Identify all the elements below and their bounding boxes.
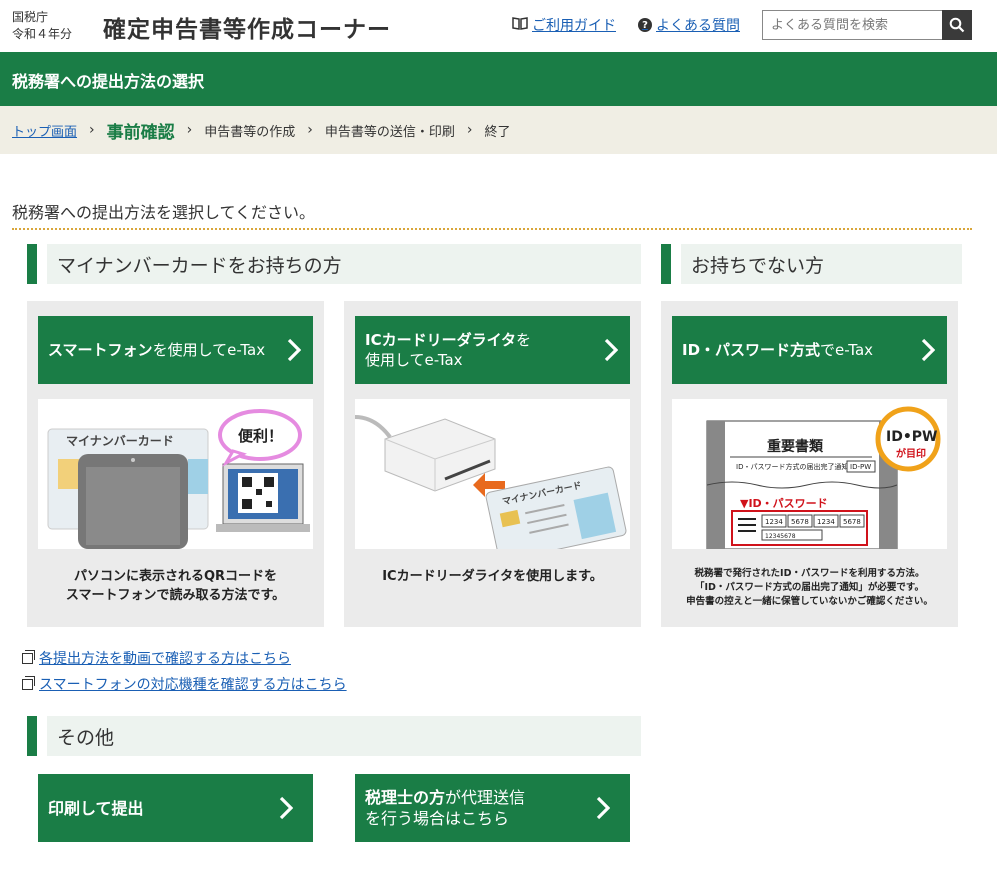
badge-mark: が目印 [896, 447, 926, 460]
tax-accountant-button[interactable]: 税理士の方が代理送信 を行う場合はこちら [355, 774, 630, 842]
callout-convenient: 便利！ [238, 427, 283, 445]
agency-name: 国税庁 [12, 10, 49, 24]
section-heading-label: その他 [57, 726, 115, 749]
card-label-mynumber: マイナンバーカード [66, 434, 174, 448]
link-label[interactable]: 各提出方法を動画で確認する方はこちら [39, 648, 291, 668]
doc-num: 5678 [791, 518, 809, 526]
desc-line: 申告書の控えと一緒に保管していないかご確認ください。 [686, 596, 933, 607]
tax-year: 令和４年分 [12, 27, 73, 41]
page-title-bar: 税務署への提出方法の選択 [0, 52, 997, 106]
top-header: 国税庁 令和４年分 確定申告書等作成コーナー ご利用ガイド ? よくある質問 [0, 0, 997, 52]
smartphone-etax-button[interactable]: スマートフォンを使用してe-Tax [38, 316, 313, 384]
external-window-icon [22, 675, 35, 690]
smartphone-illustration: マイナンバーカード 便利！ [38, 399, 313, 549]
doc-num: 1234 [765, 518, 783, 526]
doc-title: 重要書類 [767, 438, 824, 455]
agency-label: 国税庁 令和４年分 [12, 9, 72, 43]
section-heading-other: その他 [27, 716, 641, 756]
desc-line: 「ID・パスワード方式の届出完了通知」が必要です。 [695, 582, 924, 593]
breadcrumb-step-send: 申告書等の送信・印刷 [324, 124, 455, 140]
card-description: パソコンに表示されるQRコードを スマートフォンで読み取る方法です。 [38, 567, 313, 605]
card-description: ICカードリーダライタを使用します。 [355, 567, 630, 586]
card-smartphone: スマートフォンを使用してe-Tax マイナンバーカード 便利！ パソコンに表示さ… [27, 301, 324, 627]
search-icon [949, 17, 965, 33]
breadcrumb: トップ画面 › 事前確認 › 申告書等の作成 › 申告書等の送信・印刷 › 終了 [0, 106, 997, 154]
faq-link-label[interactable]: よくある質問 [656, 15, 740, 35]
doc-id: 12345678 [765, 533, 796, 540]
section-heading-no-card: お持ちでない方 [661, 244, 962, 284]
chevron-right-icon [279, 796, 293, 820]
button-label: スマートフォンを使用してe-Tax [48, 341, 266, 359]
chevron-right-icon: › [89, 122, 95, 138]
button-label: 印刷して提出 [48, 798, 144, 818]
section-heading-label: お持ちでない方 [691, 254, 825, 277]
chevron-right-icon: › [307, 122, 313, 138]
id-password-illustration: 重要書類 ID・パスワード方式の届出完了通知 ID-PW ▼ID・パスワード 1… [672, 399, 947, 549]
button-label: ICカードリーダライタを 使用してe-Tax [365, 331, 532, 369]
doc-subtitle: ID・パスワード方式の届出完了通知 [736, 462, 848, 471]
print-submit-button[interactable]: 印刷して提出 [38, 774, 313, 842]
desc-line: スマートフォンで読み取る方法です。 [65, 588, 286, 603]
badge-idpw: ID•PW [886, 429, 937, 445]
doc-num: 1234 [817, 518, 835, 526]
ic-reader-etax-button[interactable]: ICカードリーダライタを 使用してe-Tax [355, 316, 630, 384]
chevron-right-icon [287, 338, 301, 362]
question-icon: ? [638, 18, 652, 32]
card-id-password: ID・パスワード方式でe-Tax 重要書類 ID・パスワード方式の届出完了通知 … [661, 301, 958, 627]
faq-link[interactable]: ? よくある質問 [638, 15, 740, 35]
link-label[interactable]: スマートフォンの対応機種を確認する方はこちら [39, 674, 347, 694]
search-button[interactable] [942, 10, 972, 40]
button-label: ID・パスワード方式でe-Tax [682, 341, 874, 359]
doc-idpw-tag: ID-PW [850, 463, 871, 471]
smartphone-models-link[interactable]: スマートフォンの対応機種を確認する方はこちら [22, 674, 347, 694]
chevron-right-icon [596, 796, 610, 820]
book-icon [512, 16, 528, 34]
id-password-etax-button[interactable]: ID・パスワード方式でe-Tax [672, 316, 947, 384]
section-heading-label: マイナンバーカードをお持ちの方 [57, 254, 342, 277]
divider [12, 228, 972, 230]
ic-reader-illustration: マイナンバーカード [355, 399, 630, 549]
desc-line: 税務署で発行されたID・パスワードを利用する方法。 [694, 568, 925, 579]
page-title: 税務署への提出方法の選択 [12, 72, 205, 91]
external-window-icon [22, 649, 35, 664]
site-title[interactable]: 確定申告書等作成コーナー [103, 10, 391, 44]
card-ic-reader: ICカードリーダライタを 使用してe-Tax マイナンバーカード ICカードリー [344, 301, 641, 627]
chevron-right-icon [921, 338, 935, 362]
intro-text: 税務署への提出方法を選択してください。 [12, 203, 316, 222]
breadcrumb-step-create: 申告書等の作成 [204, 124, 296, 140]
chevron-right-icon: › [186, 122, 193, 138]
doc-num: 5678 [843, 518, 861, 526]
breadcrumb-step-end: 終了 [484, 124, 511, 140]
guide-link-label[interactable]: ご利用ガイド [532, 15, 616, 35]
card-description: 税務署で発行されたID・パスワードを利用する方法。 「ID・パスワード方式の届出… [672, 567, 947, 609]
search-input[interactable] [762, 10, 942, 40]
chevron-right-icon: › [466, 122, 473, 138]
button-label: 税理士の方が代理送信 を行う場合はこちら [365, 788, 526, 828]
guide-link[interactable]: ご利用ガイド [512, 15, 616, 35]
desc-line: ICカードリーダライタを使用します。 [382, 569, 603, 584]
breadcrumb-current: 事前確認 [106, 122, 175, 143]
breadcrumb-top-link[interactable]: トップ画面 [12, 121, 77, 140]
desc-line: パソコンに表示されるQRコードを [73, 569, 278, 584]
faq-search [762, 10, 972, 40]
video-guide-link[interactable]: 各提出方法を動画で確認する方はこちら [22, 648, 291, 668]
chevron-right-icon [604, 338, 618, 362]
section-heading-mynumber: マイナンバーカードをお持ちの方 [27, 244, 641, 284]
doc-id-password-label: ▼ID・パスワード [740, 497, 828, 510]
